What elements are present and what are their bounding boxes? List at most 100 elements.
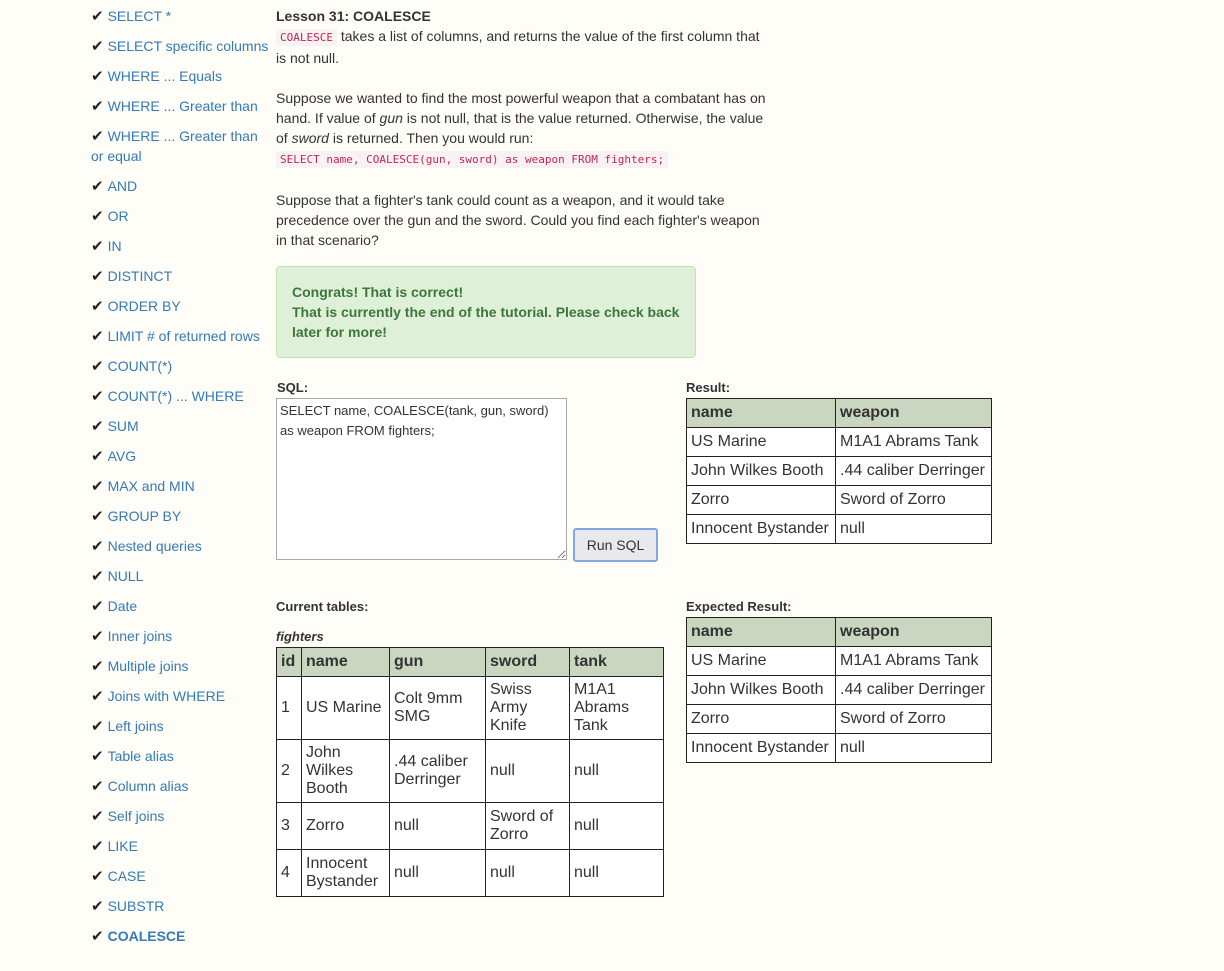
emphasis-gun: gun <box>379 110 403 126</box>
sidebar-link[interactable]: LIKE <box>108 838 138 854</box>
lesson-example: Suppose we wanted to find the most power… <box>276 88 768 170</box>
sidebar-link[interactable]: AVG <box>108 448 137 464</box>
sidebar-item-left-joins[interactable]: ✔ Left joins <box>91 716 271 736</box>
sidebar-link[interactable]: MAX and MIN <box>108 478 195 494</box>
sidebar-link[interactable]: NULL <box>108 568 144 584</box>
sidebar-item-nested-queries[interactable]: ✔ Nested queries <box>91 536 271 556</box>
sidebar-item-coalesce[interactable]: ✔ COALESCE <box>91 926 271 946</box>
sidebar-link[interactable]: Inner joins <box>108 628 173 644</box>
table-cell: null <box>389 802 486 850</box>
intro-text: takes a list of columns, and returns the… <box>276 28 760 66</box>
table-cell: Zorro <box>301 802 390 850</box>
sidebar-item-count[interactable]: ✔ COUNT(*) <box>91 356 271 376</box>
column-header: weapon <box>835 398 992 428</box>
sidebar-link[interactable]: Date <box>108 598 138 614</box>
sidebar-link[interactable]: Joins with WHERE <box>108 688 225 704</box>
sidebar-item-date[interactable]: ✔ Date <box>91 596 271 616</box>
result-label: Result: <box>686 380 731 395</box>
check-icon: ✔ <box>91 267 104 285</box>
current-tables-label: Current tables: <box>276 599 369 614</box>
sidebar-item-avg[interactable]: ✔ AVG <box>91 446 271 466</box>
table-cell: Innocent Bystander <box>301 849 390 897</box>
sidebar-link[interactable]: SUM <box>108 418 139 434</box>
sidebar-item-substr[interactable]: ✔ SUBSTR <box>91 896 271 916</box>
check-icon: ✔ <box>91 447 104 465</box>
check-icon: ✔ <box>91 327 104 345</box>
sidebar-item-and[interactable]: ✔ AND <box>91 176 271 196</box>
check-icon: ✔ <box>91 687 104 705</box>
sidebar-link[interactable]: Left joins <box>108 718 164 734</box>
sidebar-link[interactable]: SELECT * <box>108 8 172 24</box>
sidebar-item-multiple-joins[interactable]: ✔ Multiple joins <box>91 656 271 676</box>
sidebar-item-distinct[interactable]: ✔ DISTINCT <box>91 266 271 286</box>
sidebar-item-self-joins[interactable]: ✔ Self joins <box>91 806 271 826</box>
table-cell: null <box>485 849 570 897</box>
column-header: id <box>276 647 302 677</box>
table-row: 4 Innocent Bystander null null null <box>276 849 664 897</box>
run-sql-button[interactable]: Run SQL <box>573 528 658 562</box>
success-line-2: That is currently the end of the tutoria… <box>292 304 680 340</box>
sidebar-link[interactable]: SUBSTR <box>108 898 165 914</box>
table-cell: null <box>835 733 992 763</box>
table-cell: US Marine <box>686 646 836 676</box>
check-icon: ✔ <box>91 477 104 495</box>
check-icon: ✔ <box>91 177 104 195</box>
table-cell: John Wilkes Booth <box>301 739 390 803</box>
lesson-main: Lesson 31: COALESCE COALESCE takes a lis… <box>276 6 996 897</box>
emphasis-sword: sword <box>291 130 329 146</box>
sidebar-item-column-alias[interactable]: ✔ Column alias <box>91 776 271 796</box>
lesson-title: Lesson 31: COALESCE <box>276 8 431 24</box>
check-icon: ✔ <box>91 37 104 55</box>
sidebar-link[interactable]: COUNT(*) <box>108 358 173 374</box>
sidebar-item-limit[interactable]: ✔ LIMIT # of returned rows <box>91 326 271 346</box>
sidebar-link[interactable]: AND <box>108 178 138 194</box>
sidebar-item-group-by[interactable]: ✔ GROUP BY <box>91 506 271 526</box>
sidebar-item-sum[interactable]: ✔ SUM <box>91 416 271 436</box>
table-cell: Colt 9mm SMG <box>389 676 486 740</box>
sidebar-item-inner-joins[interactable]: ✔ Inner joins <box>91 626 271 646</box>
sidebar-item-case[interactable]: ✔ CASE <box>91 866 271 886</box>
sidebar-item-count-where[interactable]: ✔ COUNT(*) ... WHERE <box>91 386 271 406</box>
sidebar-item-table-alias[interactable]: ✔ Table alias <box>91 746 271 766</box>
sidebar-link[interactable]: CASE <box>108 868 146 884</box>
sidebar-link[interactable]: GROUP BY <box>108 508 182 524</box>
sidebar-link[interactable]: WHERE ... Greater than <box>108 98 258 114</box>
sidebar-item-where-greater-than[interactable]: ✔ WHERE ... Greater than <box>91 96 271 116</box>
table-row: Zorro Sword of Zorro <box>686 704 992 734</box>
sidebar-link[interactable]: DISTINCT <box>108 268 173 284</box>
sidebar-item-where-greater-than-or-equal[interactable]: ✔ WHERE ... Greater than or equal <box>91 126 271 166</box>
sidebar-link[interactable]: LIMIT # of returned rows <box>108 328 260 344</box>
table-cell: US Marine <box>686 427 836 457</box>
sidebar-link[interactable]: SELECT specific columns <box>108 38 269 54</box>
sidebar-item-or[interactable]: ✔ OR <box>91 206 271 226</box>
sidebar-link[interactable]: Nested queries <box>108 538 202 554</box>
sidebar-link[interactable]: WHERE ... Greater than or equal <box>91 128 258 164</box>
sidebar-item-order-by[interactable]: ✔ ORDER BY <box>91 296 271 316</box>
check-icon: ✔ <box>91 207 104 225</box>
check-icon: ✔ <box>91 537 104 555</box>
sidebar-item-select-specific-columns[interactable]: ✔ SELECT specific columns <box>91 36 271 56</box>
sidebar-item-in[interactable]: ✔ IN <box>91 236 271 256</box>
table-cell: US Marine <box>301 676 390 740</box>
sidebar-link[interactable]: ORDER BY <box>108 298 181 314</box>
sidebar-link[interactable]: Column alias <box>108 778 189 794</box>
sidebar-item-like[interactable]: ✔ LIKE <box>91 836 271 856</box>
sidebar-item-where-equals[interactable]: ✔ WHERE ... Equals <box>91 66 271 86</box>
table-row: US Marine M1A1 Abrams Tank <box>686 646 992 676</box>
sidebar-item-max-min[interactable]: ✔ MAX and MIN <box>91 476 271 496</box>
sidebar-item-null[interactable]: ✔ NULL <box>91 566 271 586</box>
sidebar-link[interactable]: COUNT(*) ... WHERE <box>108 388 244 404</box>
table-cell: 2 <box>276 739 302 803</box>
check-icon: ✔ <box>91 657 104 675</box>
sidebar-link[interactable]: OR <box>108 208 129 224</box>
sidebar-link[interactable]: Multiple joins <box>108 658 189 674</box>
check-icon: ✔ <box>91 777 104 795</box>
sidebar-item-select-all[interactable]: ✔ SELECT * <box>91 6 271 26</box>
sidebar-link[interactable]: COALESCE <box>108 928 186 944</box>
sql-editor[interactable]: SELECT name, COALESCE(tank, gun, sword) … <box>276 398 567 560</box>
sidebar-link[interactable]: IN <box>108 238 122 254</box>
sidebar-link[interactable]: Table alias <box>108 748 174 764</box>
sidebar-link[interactable]: Self joins <box>108 808 165 824</box>
sidebar-item-joins-with-where[interactable]: ✔ Joins with WHERE <box>91 686 271 706</box>
sidebar-link[interactable]: WHERE ... Equals <box>108 68 222 84</box>
